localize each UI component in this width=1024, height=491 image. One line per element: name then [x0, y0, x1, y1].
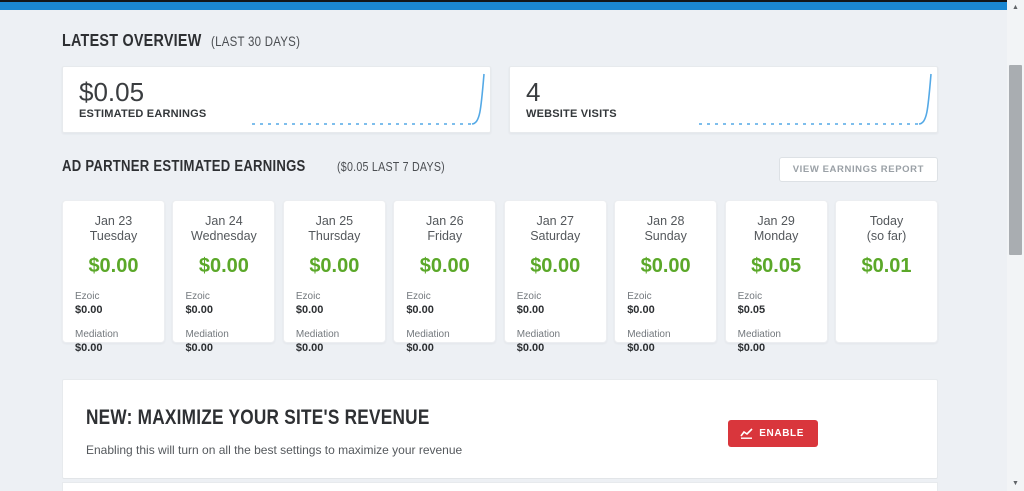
- mediation-label: Mediation: [185, 328, 229, 340]
- day-date: Jan 27: [536, 214, 574, 228]
- enable-button-label: ENABLE: [759, 428, 804, 439]
- ezoic-label: Ezoic: [75, 290, 100, 302]
- ezoic-label: Ezoic: [627, 290, 652, 302]
- ezoic-amount: $0.00: [406, 303, 434, 316]
- day-total: $0.00: [198, 254, 249, 277]
- day-date: Jan 26: [426, 214, 464, 228]
- maximize-revenue-title: NEW: MAXIMIZE YOUR SITE'S REVENUE: [86, 406, 430, 429]
- enable-button[interactable]: ENABLE: [728, 420, 818, 447]
- ad-partner-header: AD PARTNER ESTIMATED EARNINGS ($0.05 LAS…: [62, 158, 469, 180]
- mediation-label: Mediation: [295, 328, 340, 340]
- vertical-scrollbar[interactable]: ▲ ▼: [1007, 0, 1024, 491]
- latest-overview-range: (LAST 30 DAYS): [210, 33, 300, 49]
- ezoic-amount: $0.00: [627, 303, 655, 316]
- website-visits-card[interactable]: 4 WEBSITE VISITS: [509, 66, 938, 133]
- scroll-down-arrow-icon[interactable]: ▼: [1007, 477, 1024, 491]
- main-content: LATEST OVERVIEW (LAST 30 DAYS) $0.05 EST…: [62, 10, 938, 491]
- day-name: Wednesday: [191, 229, 257, 244]
- visits-sparkline-chart: [699, 73, 932, 125]
- day-total: $0.00: [309, 254, 360, 277]
- ezoic-label: Ezoic: [516, 290, 542, 302]
- day-name: Saturday: [530, 229, 581, 244]
- day-card-jan-26[interactable]: Jan 26 Friday $0.00 Ezoic $0.00 Mediatio…: [393, 200, 497, 354]
- earnings-sparkline-chart: [252, 73, 485, 125]
- ezoic-amount: $0.05: [737, 303, 766, 316]
- ad-partner-header-row: AD PARTNER ESTIMATED EARNINGS ($0.05 LAS…: [62, 156, 938, 182]
- mediation-amount: $0.00: [185, 341, 213, 354]
- next-section-partial: [62, 482, 938, 491]
- scrollbar-thumb[interactable]: [1009, 65, 1022, 255]
- ezoic-amount: $0.00: [75, 303, 103, 316]
- ezoic-label: Ezoic: [737, 290, 763, 302]
- mediation-amount: $0.00: [295, 341, 324, 354]
- day-card-jan-24[interactable]: Jan 24 Wednesday $0.00 Ezoic $0.00 Media…: [172, 200, 276, 354]
- day-name: (so far): [866, 229, 907, 244]
- day-date: Today: [869, 214, 904, 228]
- mediation-amount: $0.00: [737, 341, 766, 354]
- day-total: $0.01: [861, 254, 912, 277]
- mediation-label: Mediation: [516, 328, 561, 340]
- day-name: Thursday: [308, 229, 361, 244]
- window-top-edge: [0, 0, 1024, 2]
- day-total: $0.00: [419, 254, 470, 277]
- scroll-up-arrow-icon[interactable]: ▲: [1007, 1, 1024, 15]
- day-total: $0.00: [88, 254, 139, 277]
- day-card-jan-27[interactable]: Jan 27 Saturday $0.00 Ezoic $0.00 Mediat…: [503, 200, 607, 354]
- day-card-jan-23[interactable]: Jan 23 Tuesday $0.00 Ezoic $0.00 Mediati…: [62, 200, 165, 354]
- ezoic-label: Ezoic: [295, 290, 321, 302]
- day-name: Monday: [753, 229, 799, 244]
- ad-partner-range: ($0.05 LAST 7 DAYS): [337, 159, 446, 174]
- day-card-today[interactable]: Today (so far) $0.01: [835, 200, 938, 343]
- day-card-jan-25[interactable]: Jan 25 Thursday $0.00 Ezoic $0.00 Mediat…: [282, 200, 386, 354]
- estimated-earnings-card[interactable]: $0.05 ESTIMATED EARNINGS: [62, 66, 491, 133]
- mediation-amount: $0.00: [516, 341, 545, 354]
- mediation-label: Mediation: [627, 328, 671, 340]
- day-total: $0.00: [640, 254, 691, 277]
- mediation-label: Mediation: [737, 328, 781, 340]
- day-total: $0.05: [751, 254, 802, 277]
- view-earnings-report-button[interactable]: VIEW EARNINGS REPORT: [778, 156, 938, 182]
- day-card-jan-28[interactable]: Jan 28 Sunday $0.00 Ezoic $0.00 Mediatio…: [614, 200, 718, 354]
- latest-overview-header: LATEST OVERVIEW (LAST 30 DAYS): [62, 30, 938, 52]
- mediation-amount: $0.00: [627, 341, 655, 354]
- ezoic-amount: $0.00: [516, 303, 545, 316]
- day-name: Friday: [427, 229, 463, 244]
- ad-partner-title: AD PARTNER ESTIMATED EARNINGS: [62, 158, 306, 175]
- day-date: Jan 23: [94, 214, 133, 228]
- chart-icon: [740, 428, 753, 439]
- latest-overview-title: LATEST OVERVIEW: [62, 30, 202, 50]
- ezoic-amount: $0.00: [295, 303, 324, 316]
- daily-earnings-row: Jan 23 Tuesday $0.00 Ezoic $0.00 Mediati…: [62, 200, 938, 354]
- day-date: Jan 24: [205, 214, 243, 228]
- mediation-amount: $0.00: [406, 341, 434, 354]
- maximize-revenue-panel: NEW: MAXIMIZE YOUR SITE'S REVENUE Enabli…: [62, 379, 938, 479]
- day-date: Jan 25: [315, 214, 354, 228]
- day-name: Sunday: [644, 229, 687, 244]
- day-total: $0.00: [530, 254, 581, 277]
- day-date: Jan 29: [757, 214, 795, 228]
- ezoic-label: Ezoic: [406, 290, 431, 302]
- brand-accent-bar: [0, 1, 1007, 10]
- day-name: Tuesday: [89, 229, 138, 244]
- day-card-jan-29[interactable]: Jan 29 Monday $0.05 Ezoic $0.05 Mediatio…: [724, 200, 828, 354]
- mediation-label: Mediation: [75, 328, 119, 340]
- ezoic-label: Ezoic: [185, 290, 210, 302]
- mediation-amount: $0.00: [75, 341, 103, 354]
- ezoic-amount: $0.00: [185, 303, 213, 316]
- mediation-label: Mediation: [406, 328, 450, 340]
- day-date: Jan 28: [646, 214, 685, 228]
- overview-cards-row: $0.05 ESTIMATED EARNINGS 4 WEBSITE VISIT…: [62, 66, 938, 133]
